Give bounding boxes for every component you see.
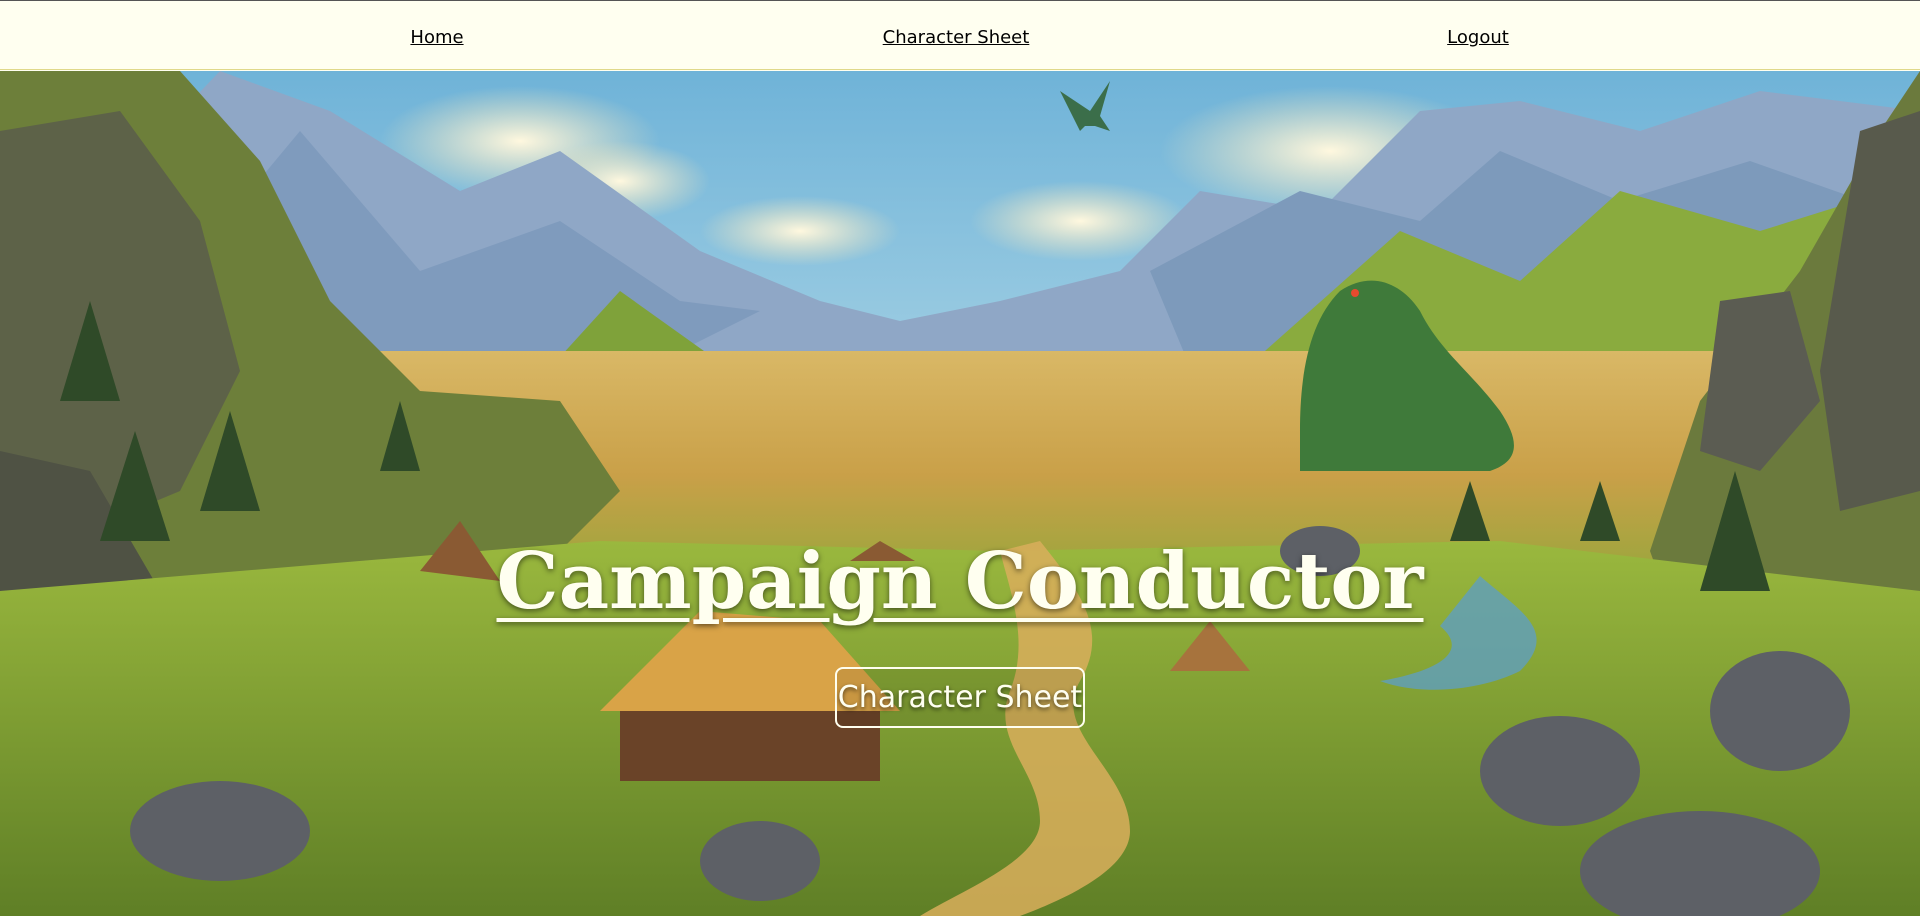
nav-link-logout[interactable]: Logout	[1447, 27, 1509, 48]
nav-link-character-sheet[interactable]: Character Sheet	[883, 27, 1030, 48]
nav-link-home[interactable]: Home	[410, 27, 463, 48]
hero-background-illustration	[0, 71, 1920, 916]
character-sheet-button[interactable]: Character Sheet	[835, 667, 1085, 728]
hero-section: Campaign Conductor Character Sheet	[0, 71, 1920, 916]
hero-title: Campaign Conductor	[496, 536, 1424, 628]
top-navigation-bar: Home Character Sheet Logout	[0, 0, 1920, 70]
